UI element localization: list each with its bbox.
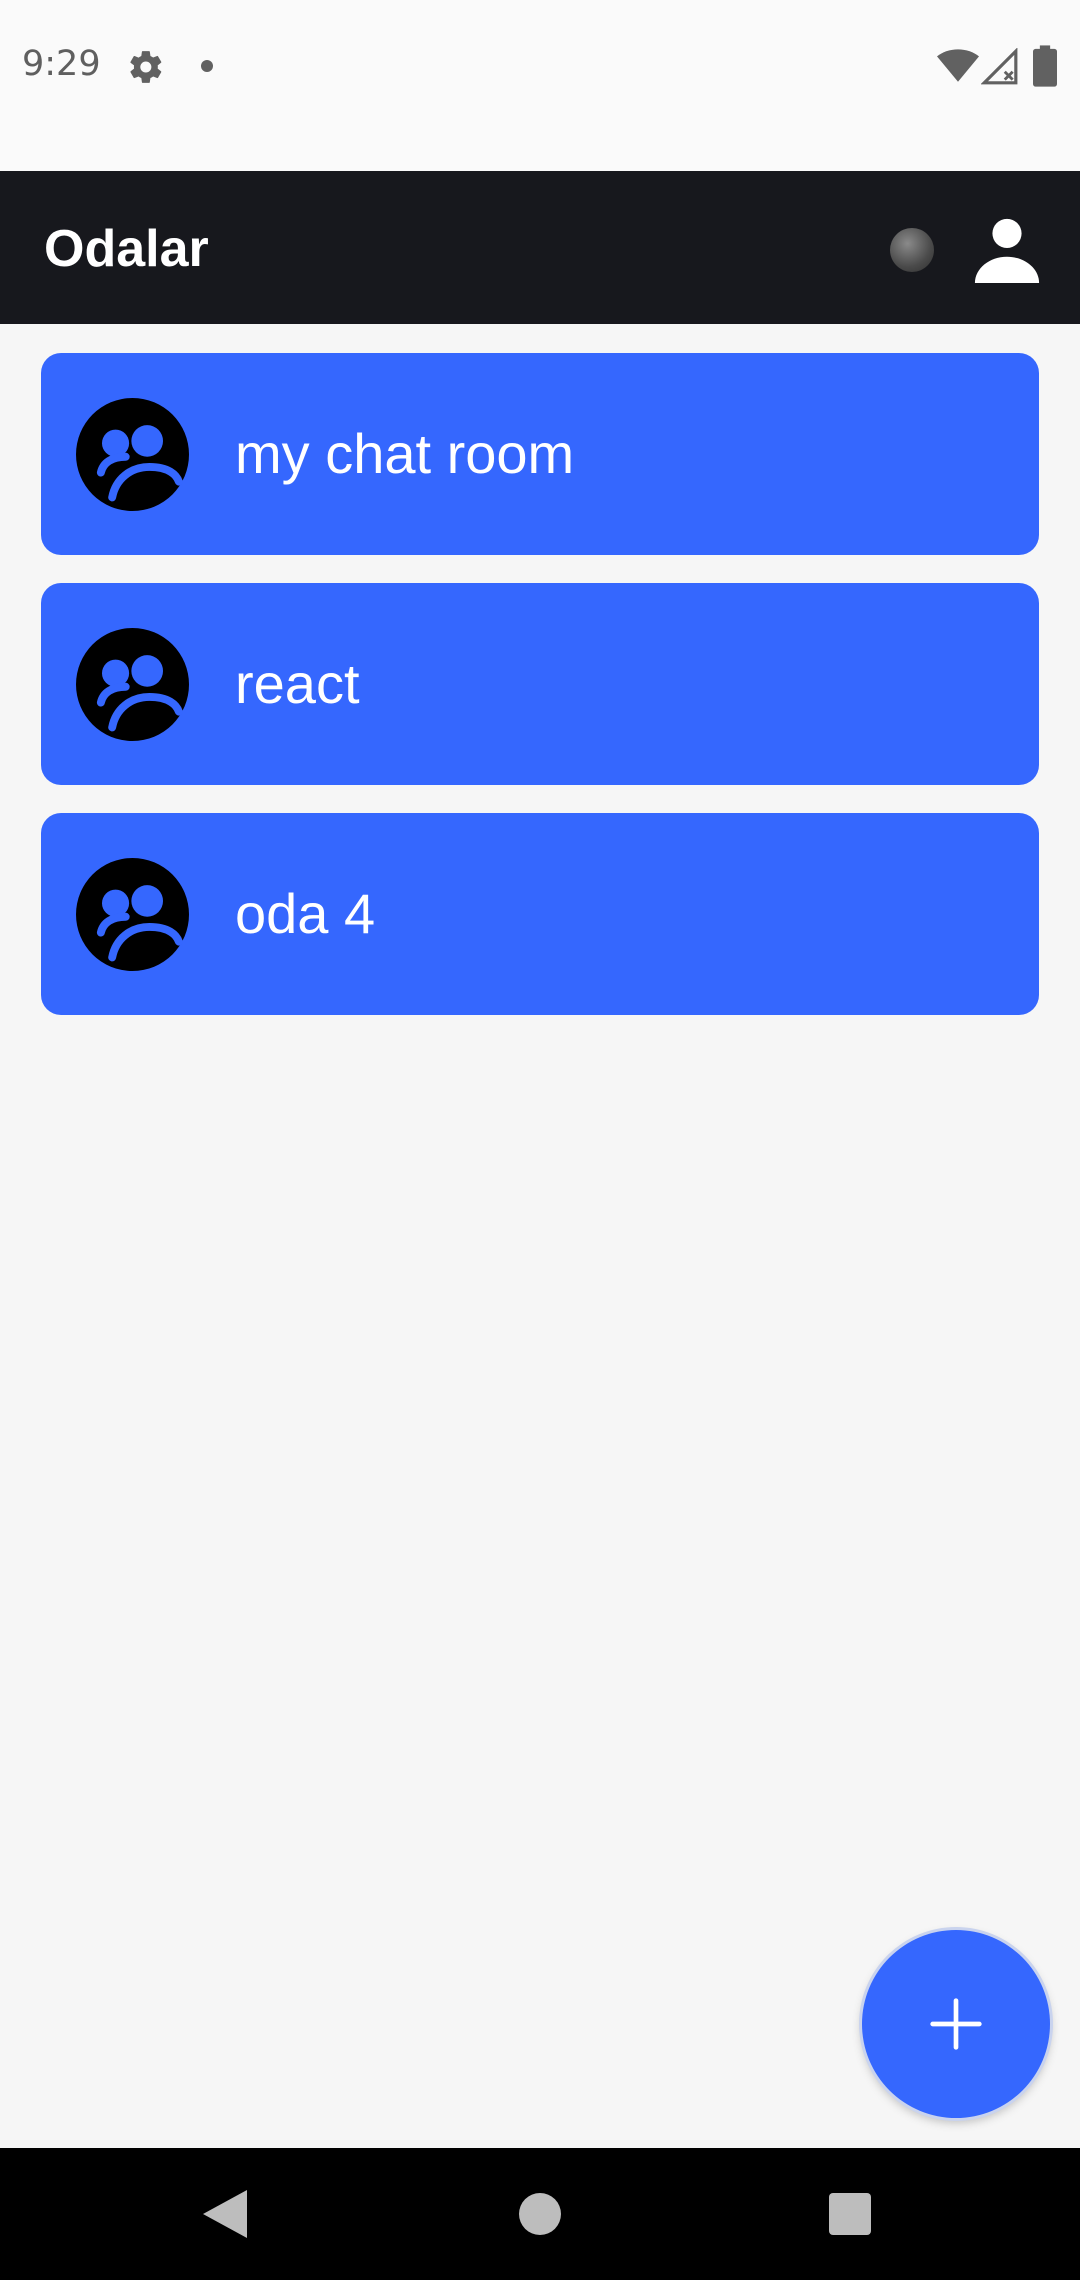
page-title: Odalar [44, 220, 209, 278]
status-bar: 9:29 [0, 0, 1080, 171]
back-icon[interactable] [203, 2190, 247, 2238]
navigation-bar [0, 2148, 1080, 2280]
room-list: my chat room react oda 4 [41, 353, 1039, 1043]
notification-dot [201, 60, 213, 72]
add-room-button[interactable] [862, 1930, 1050, 2118]
group-icon [76, 858, 189, 971]
room-item[interactable]: my chat room [41, 353, 1039, 555]
account-icon[interactable] [972, 213, 1042, 283]
group-icon [76, 398, 189, 511]
room-item[interactable]: oda 4 [41, 813, 1039, 1015]
room-name: oda 4 [235, 882, 376, 945]
app-bar: Odalar [0, 171, 1080, 324]
recents-icon[interactable] [829, 2193, 871, 2235]
wifi-icon [937, 49, 979, 82]
signal-icon [981, 48, 1018, 85]
room-name: react [235, 652, 360, 715]
home-icon[interactable] [519, 2193, 561, 2235]
gear-icon [130, 51, 162, 83]
group-icon [76, 628, 189, 741]
room-item[interactable]: react [41, 583, 1039, 785]
room-name: my chat room [235, 422, 575, 485]
connection-status-indicator [890, 228, 934, 272]
battery-icon [1033, 45, 1057, 87]
status-time: 9:29 [22, 44, 101, 84]
plus-icon [930, 1998, 982, 2050]
